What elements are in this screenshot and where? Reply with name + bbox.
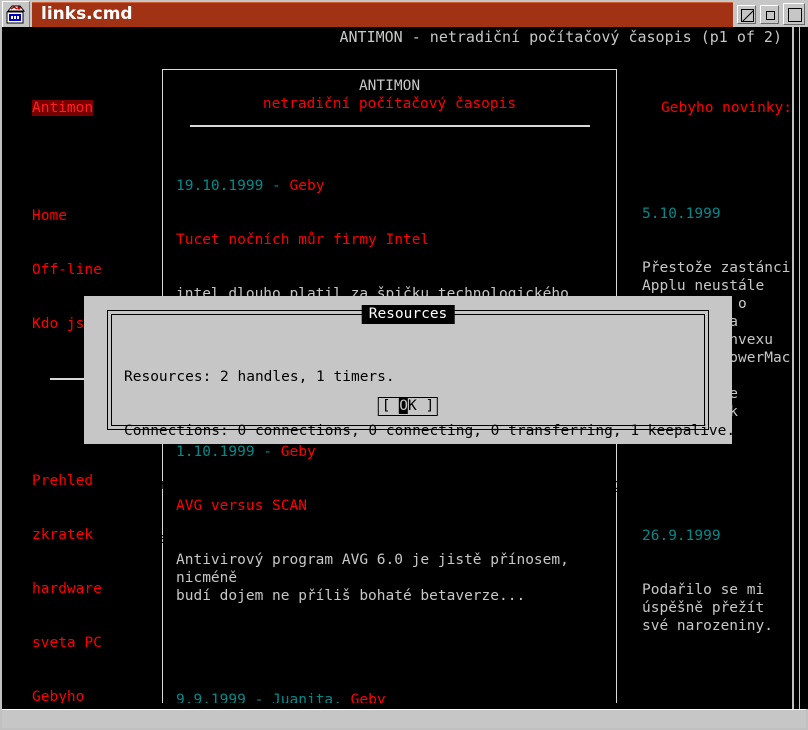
- sidebar-item-home[interactable]: Home: [32, 207, 158, 225]
- news-heading: Gebyho novinky:: [661, 100, 792, 116]
- minimize-button[interactable]: [760, 4, 779, 24]
- resources-dialog: Resources Resources: 2 handles, 1 timers…: [84, 296, 735, 547]
- dialog-title: Resources: [361, 305, 455, 324]
- article-item: 9.9.1999 - Juanita, Geby: [176, 655, 605, 709]
- article-date: 19.10.1999: [176, 178, 264, 194]
- hide-icon: [741, 8, 754, 22]
- article-separator: -: [263, 178, 290, 194]
- dialog-line-resources: Resources: 2 handles, 1 timers.: [124, 369, 395, 385]
- minimize-icon: [766, 10, 775, 20]
- main-divider: [189, 125, 590, 127]
- title-bar: links.cmd: [0, 0, 808, 28]
- dialog-body: Resources: 2 handles, 1 timers. Connecti…: [124, 332, 736, 584]
- sidebar-item-svetapc[interactable]: sveta PC: [32, 634, 158, 652]
- dialog-line-connections: Connections: 0 connections, 0 connecting…: [124, 423, 736, 439]
- hide-button[interactable]: [737, 4, 756, 24]
- ok-prefix: [: [381, 398, 400, 414]
- dialog-ok-button[interactable]: [ OK ]: [377, 397, 439, 416]
- title-strip[interactable]: links.cmd: [32, 1, 733, 27]
- ok-suffix: K ]: [408, 398, 435, 414]
- right-window-edge: [794, 27, 808, 709]
- maximize-icon: [788, 8, 802, 22]
- article-headline[interactable]: Tucet nočních můr firmy Intel: [176, 231, 605, 249]
- dialog-line-document-cache: Formatted document cache: 6 documents, 1…: [124, 531, 544, 547]
- ok-cursor-char: O: [399, 398, 408, 414]
- system-menu-button[interactable]: [2, 0, 30, 28]
- status-bar: Image http://www.mlp.cz/space/gebauerl/a…: [2, 709, 806, 728]
- article-author: Geby: [289, 178, 325, 194]
- window-title: links.cmd: [41, 4, 133, 24]
- sidebar-logo-link[interactable]: Antimon: [32, 100, 94, 116]
- sidebar-item-offline[interactable]: Off-line: [32, 261, 158, 279]
- page-subtitle: netradiční počítačový časopis: [262, 96, 517, 112]
- links-browser-window: links.cmd ANTIMON - netradiční počítačov…: [0, 0, 808, 730]
- news-text: Podařilo se mi úspěšně přežít své naroze…: [642, 582, 773, 634]
- news-date: 5.10.1999: [642, 206, 721, 222]
- page-title: ANTIMON: [358, 78, 421, 94]
- computer-icon: [6, 5, 26, 23]
- window-controls: [733, 3, 805, 25]
- dialog-line-memory-cache: Memory cache: 881352 bytes, 47 files, 6 …: [124, 477, 631, 493]
- document-header: ANTIMON - netradiční počítačový časopis …: [339, 28, 782, 46]
- maximize-button[interactable]: [783, 3, 805, 25]
